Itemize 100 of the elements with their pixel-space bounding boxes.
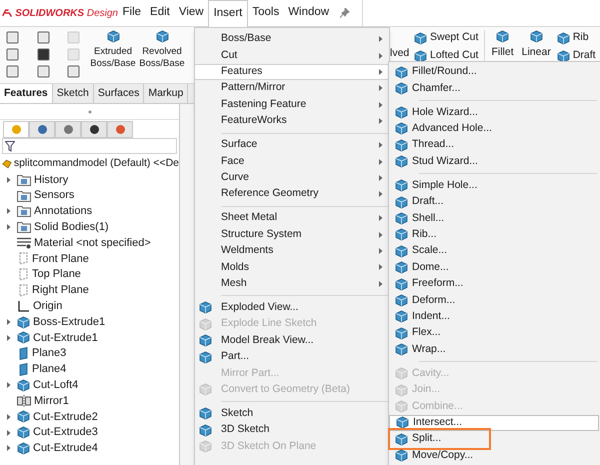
toolbar-button[interactable]: Swept Cut [414, 30, 478, 46]
menu-bar-item[interactable]: View [174, 0, 208, 26]
menu-item-icon [395, 155, 408, 168]
tab[interactable]: Features [0, 84, 53, 103]
toolbar-icon[interactable] [36, 31, 51, 44]
tree-item[interactable]: Cut-Extrude4 [33, 440, 98, 457]
caret-icon [378, 248, 383, 254]
menu-item[interactable]: Curve [195, 170, 389, 186]
menu-item-icon [395, 278, 408, 291]
menu-item[interactable]: 3D Sketch [195, 422, 389, 438]
toolbar-icon[interactable] [36, 48, 51, 61]
toolbar-icon[interactable] [36, 65, 51, 78]
toolbar-icon[interactable] [6, 48, 20, 61]
toolbar-button[interactable]: Fillet [487, 30, 518, 59]
menu-item[interactable]: Model Break View... [195, 332, 389, 349]
tree-item[interactable]: Plane3 [32, 345, 66, 362]
menu-item[interactable]: Split... [389, 430, 599, 448]
menu-item-icon [199, 424, 212, 437]
menu-item[interactable]: Mesh [195, 276, 389, 292]
toolbar-button-icon [106, 30, 120, 43]
menu-item-icon [395, 196, 408, 209]
menu-item[interactable]: Advanced Hole... [389, 120, 599, 138]
menu-bar-item[interactable]: Window [284, 0, 334, 26]
menu-item[interactable]: Thread... [389, 137, 599, 154]
menu-item[interactable]: Fastening Feature [195, 96, 389, 113]
menu-item[interactable]: Boss/Base [195, 31, 389, 48]
menu-item[interactable]: Pattern/Mirror [195, 80, 389, 97]
toolbar-icon[interactable] [6, 65, 20, 78]
menu-item[interactable]: Move/Copy... [389, 447, 599, 464]
menu-item[interactable]: Structure System [195, 226, 389, 243]
menu-item[interactable]: Simple Hole... [389, 178, 599, 194]
menu-item[interactable]: Reference Geometry [195, 186, 389, 202]
filter-field[interactable] [2, 138, 177, 154]
material-icon [17, 237, 31, 250]
menu-item[interactable]: Molds [195, 259, 389, 276]
tree-item[interactable]: Front Plane [32, 250, 89, 268]
tree-item[interactable]: History [34, 172, 68, 188]
folder-icon [17, 174, 31, 186]
toolbar-button[interactable]: Rib [556, 30, 596, 46]
tree-item[interactable]: Origin [33, 298, 62, 315]
panel-tab-icon [88, 124, 100, 135]
menu-item[interactable]: Cut [195, 47, 389, 64]
tree-item[interactable]: Cut-Extrude1 [33, 330, 98, 346]
menu-item[interactable]: Rib... [389, 226, 599, 244]
menu-bar-item[interactable]: Tools [248, 0, 284, 26]
menu-item[interactable]: Face [195, 153, 389, 170]
menu-item[interactable]: Dome... [389, 259, 599, 276]
tree-item[interactable]: Right Plane [32, 282, 89, 299]
menu-item[interactable]: Sketch [195, 406, 389, 422]
menu-item[interactable]: Draft... [389, 194, 599, 210]
menu-item[interactable]: Exploded View... [195, 300, 389, 316]
menu-item[interactable]: Flex... [389, 325, 599, 342]
menu-item[interactable]: Intersect... [389, 414, 599, 431]
menu-item[interactable]: FeatureWorks [195, 112, 389, 130]
menu-item[interactable]: Chamfer... [389, 80, 599, 97]
menu-bar-item[interactable]: Edit [146, 0, 174, 26]
toolbar-button[interactable]: Revolved Boss/Base [139, 30, 185, 70]
tree-item[interactable]: Cut-Extrude3 [33, 424, 98, 441]
menu-item[interactable]: Weldments [195, 242, 389, 260]
menu-item[interactable]: Deform... [389, 292, 599, 309]
toolbar-button-icon [530, 30, 543, 43]
menu-item[interactable]: Features [195, 64, 389, 80]
tree-root-label[interactable]: splitcommandmodel (Default) <<De [14, 156, 179, 172]
panel-tab[interactable] [81, 121, 107, 138]
menu-item[interactable]: Scale... [389, 243, 599, 260]
folder-icon [17, 205, 31, 218]
menu-item-icon [395, 212, 408, 225]
tree-item[interactable]: Mirror1 [34, 392, 69, 410]
menu-item[interactable]: Sheet Metal [195, 210, 389, 226]
menu-bar-item[interactable]: Insert [208, 0, 248, 26]
tree-item[interactable]: Annotations [34, 203, 92, 220]
menu-item[interactable]: Wrap... [389, 341, 599, 358]
menu-item[interactable]: Shell... [389, 210, 599, 227]
menu-item[interactable]: Surface [195, 136, 389, 154]
menu-item[interactable]: Hole Wizard... [389, 104, 599, 121]
menu-item[interactable]: Part... [195, 348, 389, 366]
tree-item[interactable]: Solid Bodies(1) [34, 219, 109, 236]
tree-item[interactable]: Cut-Loft4 [33, 377, 78, 394]
menu-item[interactable]: Indent... [389, 308, 599, 326]
tree-item[interactable]: Cut-Extrude2 [33, 408, 98, 426]
caret-icon [6, 208, 11, 214]
tree-item[interactable]: Plane4 [32, 361, 66, 378]
toolbar-button[interactable]: Extruded Boss/Base [90, 30, 136, 70]
toolbar-icon[interactable] [67, 65, 82, 78]
caret-icon [378, 191, 383, 198]
menu-bar-item[interactable]: File [118, 0, 146, 26]
menu-item-icon [199, 383, 212, 396]
menu-item[interactable]: Freeform... [389, 276, 599, 292]
tree-item[interactable]: Sensors [34, 187, 74, 204]
toolbar-icon[interactable] [6, 31, 20, 44]
tree-item[interactable]: Material <not specified> [34, 234, 151, 252]
toolbar-button[interactable]: Linear [518, 30, 555, 59]
menu-item[interactable]: Fillet/Round... [389, 64, 599, 80]
tree-item[interactable]: Boss-Extrude1 [33, 314, 106, 330]
drag-handle-icon[interactable] [88, 110, 92, 114]
plane-icon [17, 252, 29, 266]
pin-icon[interactable] [340, 8, 350, 18]
menu-item[interactable]: Stud Wizard... [389, 154, 599, 170]
tree-item[interactable]: Top Plane [32, 266, 81, 283]
folder-icon [17, 221, 31, 234]
